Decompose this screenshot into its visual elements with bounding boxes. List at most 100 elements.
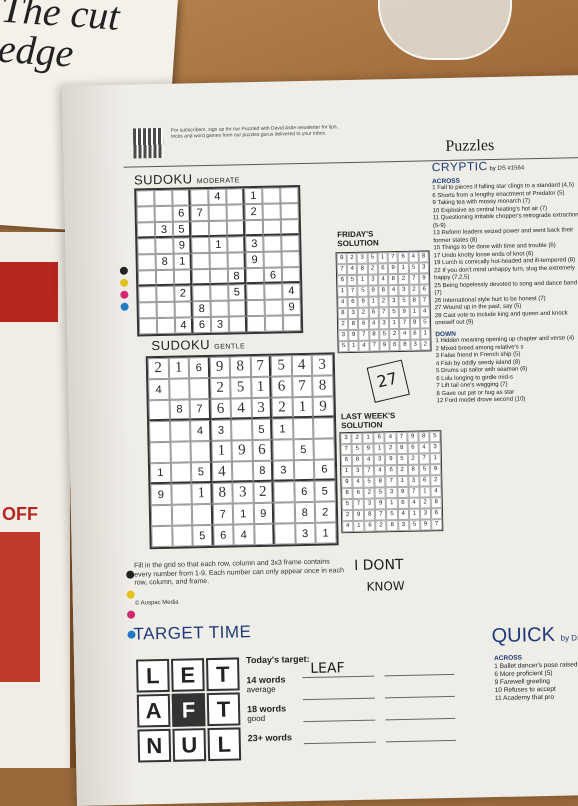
grid-cell[interactable]: 1: [292, 396, 314, 419]
grid-cell[interactable]: [191, 268, 211, 286]
grid-cell[interactable]: 7: [212, 503, 234, 525]
grid-cell[interactable]: [313, 417, 334, 439]
grid-cell[interactable]: 5: [192, 524, 214, 547]
grid-cell[interactable]: 4: [233, 524, 255, 546]
grid-cell[interactable]: [282, 315, 302, 332]
grid-cell[interactable]: 9: [312, 396, 334, 418]
grid-cell[interactable]: [171, 525, 193, 547]
grid-cell[interactable]: 5: [172, 221, 192, 238]
grid-cell[interactable]: 7: [190, 204, 209, 222]
grid-cell[interactable]: [156, 301, 175, 319]
grid-cell[interactable]: [154, 205, 173, 223]
grid-cell[interactable]: 1: [250, 376, 272, 399]
grid-cell[interactable]: [263, 251, 282, 268]
grid-cell[interactable]: [293, 459, 315, 482]
grid-cell[interactable]: [273, 481, 295, 503]
grid-cell[interactable]: [191, 252, 210, 270]
grid-cell[interactable]: 4: [230, 398, 252, 420]
grid-cell[interactable]: 5: [230, 377, 252, 399]
grid-cell[interactable]: 3: [245, 235, 264, 253]
grid-cell[interactable]: 1: [168, 357, 190, 379]
grid-cell[interactable]: 9: [173, 237, 192, 254]
grid-cell[interactable]: 8: [155, 253, 174, 271]
grid-cell[interactable]: [138, 318, 158, 335]
grid-cell[interactable]: 6: [192, 316, 212, 334]
grid-cell[interactable]: 4: [190, 419, 211, 442]
grid-cell[interactable]: [281, 235, 300, 252]
grid-cell[interactable]: [253, 523, 275, 546]
sudoku-gentle-grid[interactable]: 2169875434251678876432194351196515483691…: [145, 352, 339, 550]
grid-cell[interactable]: [190, 440, 212, 463]
grid-cell[interactable]: [246, 315, 266, 333]
grid-cell[interactable]: 9: [209, 356, 231, 378]
grid-cell[interactable]: [280, 203, 299, 220]
grid-cell[interactable]: [262, 203, 281, 220]
grid-cell[interactable]: [208, 220, 228, 237]
grid-cell[interactable]: 2: [244, 203, 263, 221]
grid-cell[interactable]: [136, 190, 155, 207]
grid-cell[interactable]: 6: [251, 439, 273, 462]
grid-cell[interactable]: [171, 504, 193, 526]
grid-cell[interactable]: 4: [208, 188, 227, 205]
grid-cell[interactable]: [227, 236, 246, 253]
grid-cell[interactable]: [262, 187, 281, 204]
grid-cell[interactable]: [210, 284, 229, 301]
grid-cell[interactable]: 6: [212, 524, 234, 546]
grid-cell[interactable]: 8: [312, 375, 334, 397]
grid-cell[interactable]: 4: [174, 317, 194, 334]
grid-cell[interactable]: 1: [232, 503, 254, 525]
grid-cell[interactable]: [273, 502, 295, 524]
grid-cell[interactable]: 3: [210, 316, 230, 333]
grid-cell[interactable]: [281, 267, 301, 284]
grid-cell[interactable]: 8: [227, 268, 247, 285]
grid-cell[interactable]: 6: [188, 356, 210, 379]
grid-cell[interactable]: [262, 219, 282, 236]
grid-cell[interactable]: [169, 420, 191, 442]
grid-cell[interactable]: 6: [210, 398, 232, 420]
grid-cell[interactable]: [246, 283, 265, 301]
grid-cell[interactable]: 9: [150, 483, 172, 506]
grid-cell[interactable]: [189, 377, 211, 400]
grid-cell[interactable]: [244, 219, 264, 237]
grid-cell[interactable]: 5: [292, 438, 314, 461]
grid-cell[interactable]: 9: [282, 299, 301, 316]
grid-cell[interactable]: [274, 523, 296, 545]
grid-cell[interactable]: [148, 399, 170, 422]
grid-cell[interactable]: 1: [209, 236, 228, 253]
grid-cell[interactable]: [246, 299, 265, 317]
grid-cell[interactable]: [280, 187, 299, 204]
grid-cell[interactable]: 6: [263, 267, 283, 284]
grid-cell[interactable]: [191, 236, 210, 254]
grid-cell[interactable]: [208, 204, 227, 221]
grid-cell[interactable]: [231, 419, 252, 441]
grid-cell[interactable]: 1: [210, 440, 232, 462]
grid-cell[interactable]: [190, 188, 209, 206]
grid-cell[interactable]: 4: [211, 461, 233, 483]
grid-cell[interactable]: 5: [251, 418, 273, 441]
grid-cell[interactable]: [281, 251, 300, 268]
grid-cell[interactable]: [272, 439, 294, 461]
grid-cell[interactable]: [192, 284, 211, 302]
grid-cell[interactable]: [138, 286, 157, 303]
grid-cell[interactable]: [210, 300, 229, 317]
grid-cell[interactable]: [155, 237, 174, 255]
grid-cell[interactable]: [172, 189, 191, 206]
grid-cell[interactable]: 3: [294, 522, 316, 545]
grid-cell[interactable]: [191, 503, 213, 526]
grid-cell[interactable]: 8: [229, 356, 251, 378]
grid-cell[interactable]: 6: [293, 480, 315, 503]
grid-cell[interactable]: [149, 441, 171, 464]
grid-cell[interactable]: 4: [291, 354, 313, 377]
grid-cell[interactable]: 7: [250, 355, 272, 378]
grid-cell[interactable]: [156, 285, 175, 303]
grid-cell[interactable]: 8: [169, 399, 191, 421]
grid-cell[interactable]: [226, 204, 245, 221]
grid-cell[interactable]: 6: [271, 376, 293, 398]
grid-cell[interactable]: [150, 504, 172, 527]
grid-cell[interactable]: [137, 238, 156, 255]
grid-cell[interactable]: [154, 189, 173, 207]
grid-cell[interactable]: [156, 317, 176, 335]
grid-cell[interactable]: [245, 267, 265, 285]
grid-cell[interactable]: 8: [192, 300, 211, 318]
grid-cell[interactable]: 4: [148, 378, 170, 401]
